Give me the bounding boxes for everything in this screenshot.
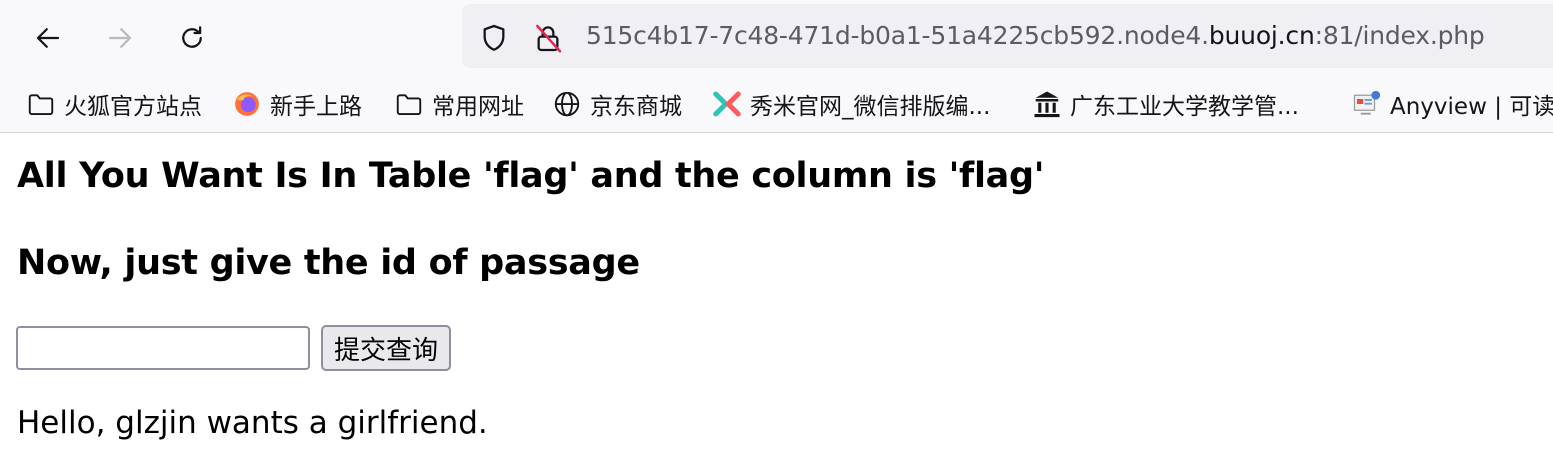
forward-button[interactable] (100, 18, 140, 58)
bookmark-label: Anyview | 可读 (1390, 94, 1553, 120)
bookmark-firefox-official[interactable]: 火狐官方站点 (26, 85, 202, 123)
id-input[interactable] (16, 326, 310, 370)
bookmark-xiumi[interactable]: 秀米官网_微信排版编... (712, 85, 990, 123)
url-bar[interactable]: 515c4b17-7c48-471d-b0a1-51a4225cb592.nod… (462, 4, 1553, 68)
browser-toolbar: 515c4b17-7c48-471d-b0a1-51a4225cb592.nod… (0, 0, 1553, 76)
anyview-icon (1353, 90, 1381, 115)
bookmark-label: 京东商城 (590, 94, 682, 120)
arrow-right-icon (108, 28, 132, 48)
shield-icon[interactable] (478, 22, 510, 54)
bookmark-label: 火狐官方站点 (64, 94, 202, 120)
url-prefix: 515c4b17-7c48-471d-b0a1-51a4225cb592.nod… (586, 21, 1209, 50)
bookmark-common-sites[interactable]: 常用网址 (394, 85, 524, 123)
submit-query-button[interactable]: 提交查询 (321, 325, 451, 371)
url-host: buuoj.cn (1208, 21, 1315, 50)
bookmarks-bar: 火狐官方站点 新手上路 常用网址 京东商城 秀米官网_微信排版编... 广东工业… (0, 76, 1553, 133)
instruction-heading: Now, just give the id of passage (17, 243, 640, 283)
xiumi-icon (713, 91, 741, 117)
query-result-text: Hello, glzjin wants a girlfriend. (17, 405, 488, 441)
arrow-left-icon (36, 28, 60, 48)
bookmark-label: 秀米官网_微信排版编... (750, 94, 991, 120)
bookmark-label: 广东工业大学教学管... (1070, 94, 1299, 120)
reload-button[interactable] (172, 18, 212, 58)
url-text[interactable]: 515c4b17-7c48-471d-b0a1-51a4225cb592.nod… (586, 21, 1485, 50)
bookmark-label: 常用网址 (432, 94, 524, 120)
url-suffix: :81/index.php (1314, 21, 1485, 50)
insecure-lock-icon[interactable] (532, 22, 564, 54)
globe-icon (554, 91, 580, 117)
folder-icon (28, 94, 54, 115)
bookmark-anyview[interactable]: Anyview | 可读 (1352, 85, 1553, 123)
bookmark-jd[interactable]: 京东商城 (552, 85, 682, 123)
firefox-icon (235, 92, 259, 116)
bookmark-label: 新手上路 (270, 94, 362, 120)
back-button[interactable] (28, 18, 68, 58)
bookmark-getting-started[interactable]: 新手上路 (232, 85, 362, 123)
folder-icon (396, 94, 422, 115)
university-icon (1034, 91, 1060, 118)
bookmark-gdut[interactable]: 广东工业大学教学管... (1032, 85, 1299, 123)
reload-icon (182, 26, 202, 48)
table-hint-heading: All You Want Is In Table 'flag' and the … (17, 156, 1045, 196)
